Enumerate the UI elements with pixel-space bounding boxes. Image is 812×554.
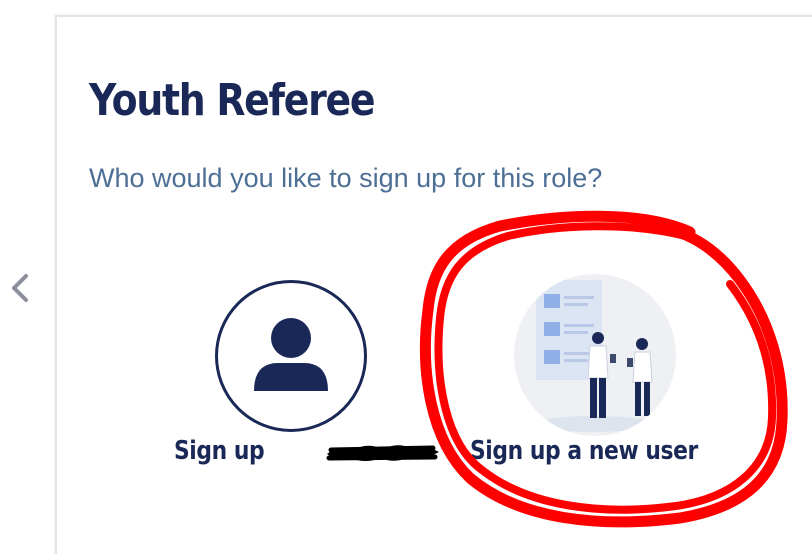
user-icon — [215, 280, 367, 432]
sign-up-existing-user-option[interactable]: Sign up — [165, 260, 439, 490]
page-title: Youth Referee — [89, 75, 375, 126]
back-chevron-icon[interactable] — [6, 270, 32, 306]
role-signup-card: Youth Referee Who would you like to sign… — [55, 15, 812, 554]
sign-up-new-user-option[interactable]: Sign up a new user — [459, 260, 719, 490]
redaction-scribble — [325, 440, 441, 466]
page: Youth Referee Who would you like to sign… — [0, 0, 812, 554]
sign-up-existing-user-label: Sign up — [174, 436, 265, 466]
sign-up-new-user-label: Sign up a new user — [470, 436, 698, 466]
people-illustration-icon — [514, 274, 676, 436]
page-subtitle: Who would you like to sign up for this r… — [89, 163, 603, 193]
